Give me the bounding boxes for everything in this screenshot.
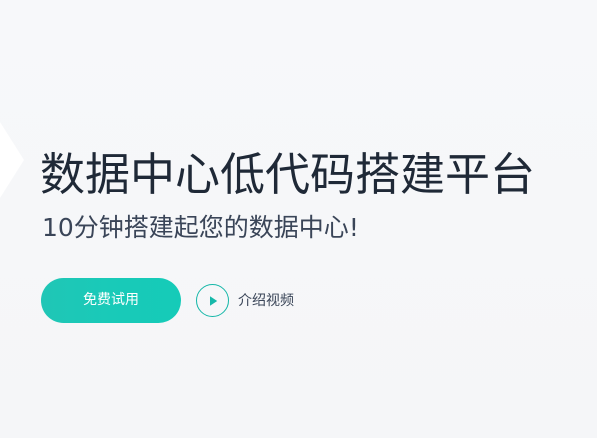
intro-video-link[interactable]: 介绍视频: [196, 283, 294, 318]
hero-subtitle: 10分钟搭建起您的数据中心!: [42, 213, 359, 242]
intro-video-label: 介绍视频: [238, 292, 294, 309]
decorative-chevron-shape: [0, 122, 24, 198]
hero-title: 数据中心低代码搭建平台: [40, 148, 536, 201]
free-trial-button[interactable]: 免费试用: [41, 278, 181, 323]
hero-section: 数据中心低代码搭建平台 10分钟搭建起您的数据中心! 免费试用 介绍视频: [0, 0, 597, 438]
play-icon[interactable]: [196, 284, 229, 317]
